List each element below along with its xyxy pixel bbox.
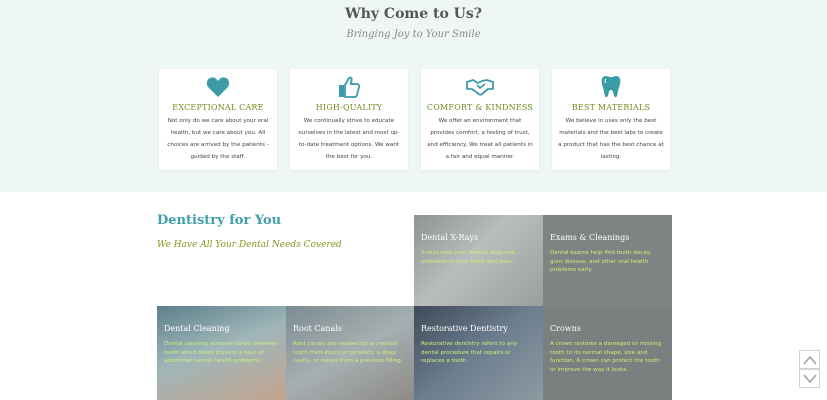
service-tile-cleaning[interactable]: Dental Cleaning Dental cleaning removes … [157,306,286,400]
card-text: Not only do we care about your oral heal… [167,118,269,160]
service-desc: X-rays help your dentist diagnose proble… [421,250,516,265]
scroll-down-button[interactable] [799,369,820,388]
service-tile-exams[interactable]: Exams & Cleanings Dental exams help find… [543,215,672,306]
service-desc: Root canals are needed for a cracked too… [293,341,403,364]
service-desc: Dental cleaning removes tartar between t… [164,341,278,364]
card-title: BEST MATERIALS [571,103,651,112]
section-subtitle: Bringing Joy to Your Smile [346,29,481,40]
feature-card-materials: BEST MATERIALS We believe in uses only t… [552,69,670,170]
feature-card-comfort: COMFORT & KINDNESS We offer an environme… [421,69,539,170]
card-text: We continually strive to educate ourselv… [298,118,400,160]
handshake-icon [421,75,539,99]
service-tile-crowns[interactable]: Crowns A crown restores a damaged or mis… [543,306,672,400]
card-text: We offer an environment that provides co… [427,118,533,160]
thumbs-up-icon [290,75,408,99]
service-tile-restorative[interactable]: Restorative Dentistry Restorative dentis… [414,306,543,400]
scroll-up-button[interactable] [799,350,820,369]
chevron-up-icon [802,350,817,369]
service-name: Dental Cleaning [164,324,230,333]
dentistry-subtitle: We Have All Your Dental Needs Covered [157,240,342,250]
service-desc: A crown restores a damaged or missing to… [550,341,662,373]
service-name: Dental X-Rays [421,233,479,242]
why-section: Why Come to Us? Bringing Joy to Your Smi… [0,0,827,192]
feature-card-care: EXCEPTIONAL CARE Not only do we care abo… [159,69,277,170]
service-desc: Restorative dentistry refers to any dent… [421,341,518,364]
tooth-icon [552,75,670,99]
section-title: Why Come to Us? [345,6,482,22]
service-name: Exams & Cleanings [550,233,630,242]
card-title: EXCEPTIONAL CARE [172,103,264,112]
heart-icon [159,75,277,99]
service-name: Crowns [550,324,581,333]
card-title: COMFORT & KINDNESS [426,103,534,112]
service-name: Root Canals [293,324,342,333]
service-tile-root-canals[interactable]: Root Canals Root canals are needed for a… [286,306,415,400]
service-desc: Dental exams help find tooth decay, gum … [550,250,652,273]
card-text: We believe in uses only the best materia… [558,118,664,160]
card-title: HIGH-QUALITY [315,103,383,112]
feature-card-quality: HIGH-QUALITY We continually strive to ed… [290,69,408,170]
dentistry-title: Dentistry for You [157,213,282,228]
chevron-down-icon [802,369,817,388]
service-name: Restorative Dentistry [421,324,508,333]
service-tile-xrays[interactable]: Dental X-Rays X-rays help your dentist d… [414,215,543,306]
